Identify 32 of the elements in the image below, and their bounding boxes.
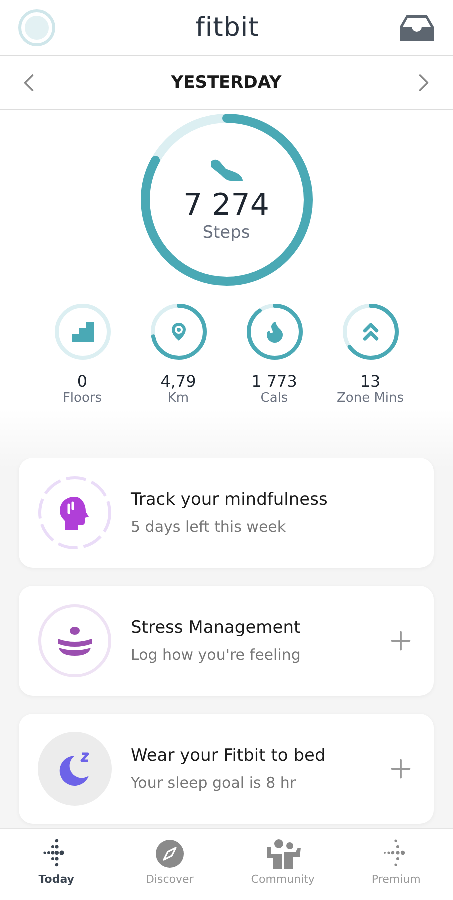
- shoe-icon: [208, 158, 244, 182]
- stat-value: 4,79: [160, 372, 196, 391]
- stat-value: 0: [77, 372, 88, 391]
- stat-label: Km: [168, 391, 190, 406]
- app-logo: fitbit: [196, 12, 260, 42]
- stat-label: Cals: [260, 391, 288, 406]
- tile-card[interactable]: Track your mindfulness 5 days left this week: [19, 458, 434, 568]
- card-title: Stress Management: [131, 618, 302, 638]
- card-subtitle: Log how you're feeling: [131, 646, 302, 664]
- stat-value: 13: [360, 372, 381, 391]
- inbox-icon[interactable]: [399, 12, 435, 42]
- card-title: Wear your Fitbit to bed: [131, 746, 327, 766]
- tile-card[interactable]: Stress Management Log how you're feeling: [19, 586, 434, 696]
- stairs-icon: [72, 322, 94, 342]
- steps-count: 7 274: [184, 188, 270, 222]
- stat-value: 1 773: [252, 372, 298, 391]
- date-label: YESTERDAY: [171, 72, 282, 92]
- card-title: Track your mindfulness: [131, 490, 329, 510]
- head-icon: [37, 475, 113, 551]
- stat-label: Floors: [62, 391, 102, 406]
- moon-icon: [37, 731, 113, 807]
- steps-label: Steps: [202, 222, 250, 242]
- stat-label: Zone Mins: [336, 391, 404, 406]
- people-icon: [265, 839, 302, 869]
- nav-tab[interactable]: Today: [0, 829, 114, 900]
- compass-icon: [154, 839, 185, 869]
- stress-icon: [37, 603, 113, 679]
- card-subtitle: 5 days left this week: [131, 518, 288, 536]
- progress-ring: [54, 304, 110, 360]
- progress-ring: [342, 304, 398, 360]
- tile-card[interactable]: Wear your Fitbit to bed Your sleep goal is 8 hr: [19, 714, 434, 824]
- card-subtitle: Your sleep goal is 8 hr: [131, 774, 298, 792]
